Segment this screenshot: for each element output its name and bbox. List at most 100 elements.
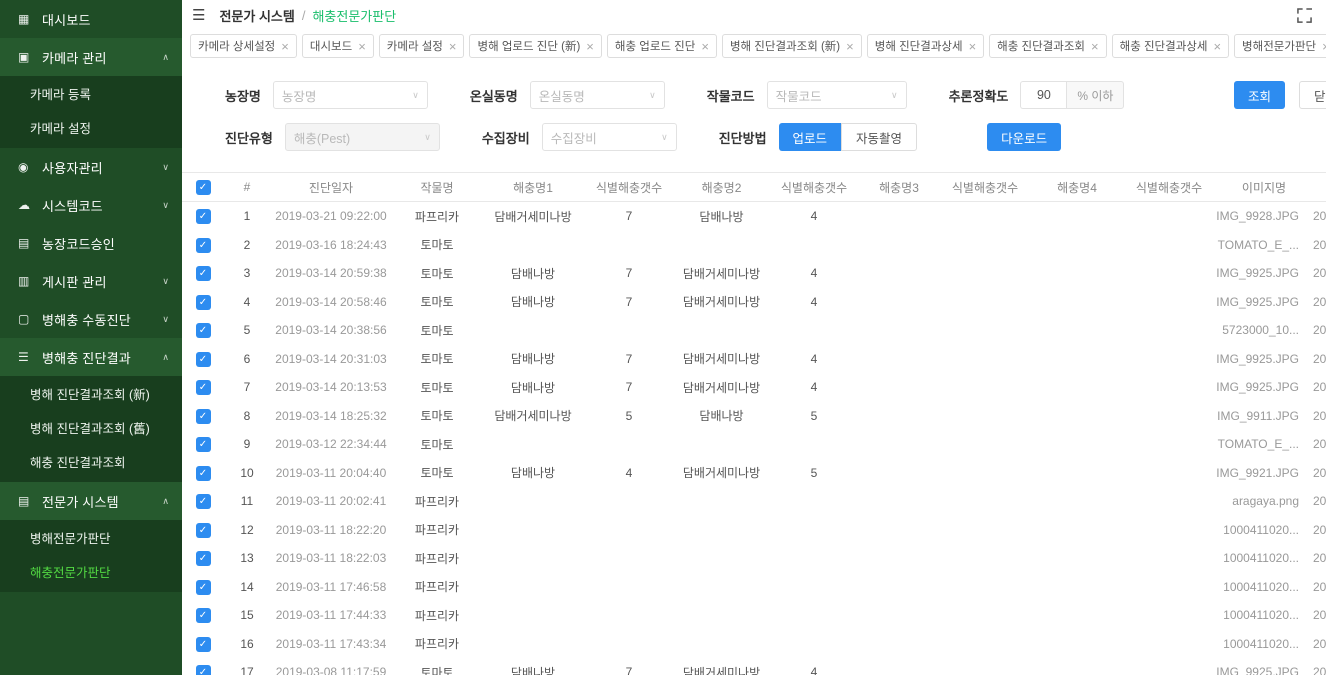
tab-label: 카메라 설정 [387, 38, 443, 54]
row-checkbox[interactable]: ✓ [196, 266, 211, 281]
table-row-17[interactable]: ✓172019-03-08 11:17:59토마토담배나방7담배거세미나방4IM… [182, 658, 1326, 675]
sidebar-subitem[interactable]: 병해 진단결과조회 (新) [0, 378, 182, 412]
tab-label: 병해전문가판단 [1242, 38, 1316, 54]
cell-r10-c0: 10 [224, 466, 270, 480]
sidebar-subitem[interactable]: 병해전문가판단 [0, 522, 182, 556]
table-row-4[interactable]: ✓42019-03-14 20:58:46토마토담배나방7담배거세미나방4IMG… [182, 288, 1326, 317]
row-checkbox[interactable]: ✓ [196, 608, 211, 623]
table-row-1[interactable]: ✓12019-03-21 09:22:00파프리카담배거세미나방7담배나방4IM… [182, 202, 1326, 231]
row-checkbox[interactable]: ✓ [196, 380, 211, 395]
table-row-11[interactable]: ✓112019-03-11 20:02:41파프리카aragaya.png201… [182, 487, 1326, 516]
greenhouse-select[interactable]: 온실동명 ∨ [530, 81, 665, 109]
sidebar-subitem[interactable]: 카메라 등록 [0, 78, 182, 112]
tab-7[interactable]: 해충 진단결과조회× [989, 34, 1106, 58]
sidebar-subitem[interactable]: 해충전문가판단 [0, 556, 182, 590]
tab-label: 병해 진단결과조회 (新) [730, 38, 840, 54]
row-checkbox[interactable]: ✓ [196, 295, 211, 310]
row-checkbox[interactable]: ✓ [196, 551, 211, 566]
table-row-13[interactable]: ✓132019-03-11 18:22:03파프리카1000411020...2… [182, 544, 1326, 573]
cell-r2-c2: 토마토 [392, 236, 482, 253]
sidebar-item-8[interactable]: ▤전문가 시스템∧ [0, 482, 182, 520]
tab-close-icon[interactable]: × [969, 39, 977, 54]
table-row-9[interactable]: ✓92019-03-12 22:34:44토마토TOMATO_E_...2019 [182, 430, 1326, 459]
fullscreen-icon[interactable] [1297, 8, 1312, 23]
download-button[interactable]: 다운로드 [987, 123, 1061, 151]
tab-4[interactable]: 해충 업로드 진단× [607, 34, 717, 58]
tab-close-icon[interactable]: × [586, 39, 594, 54]
cell-r13-c11: 1000411020... [1215, 551, 1313, 565]
row-checkbox[interactable]: ✓ [196, 352, 211, 367]
tab-1[interactable]: 대시보드× [302, 34, 374, 58]
tab-close-icon[interactable]: × [1091, 39, 1099, 54]
hamburger-menu-icon[interactable]: ☰ [192, 6, 205, 24]
row-checkbox[interactable]: ✓ [196, 238, 211, 253]
tab-close-icon[interactable]: × [1322, 39, 1326, 54]
tab-2[interactable]: 카메라 설정 × [379, 34, 465, 58]
table-row-5[interactable]: ✓52019-03-14 20:38:56토마토5723000_10...201… [182, 316, 1326, 345]
table-row-8[interactable]: ✓82019-03-14 18:25:32토마토담배거세미나방5담배나방5IMG… [182, 402, 1326, 431]
dashboard-icon: ▦ [18, 12, 42, 26]
method-upload-button[interactable]: 업로드 [779, 123, 842, 151]
sidebar-subitem[interactable]: 카메라 설정 [0, 112, 182, 146]
row-checkbox[interactable]: ✓ [196, 665, 211, 675]
table-row-16[interactable]: ✓162019-03-11 17:43:34파프리카1000411020...2… [182, 630, 1326, 659]
cell-r16-c11: 1000411020... [1215, 637, 1313, 651]
row-checkbox-cell: ✓ [182, 579, 224, 595]
row-checkbox[interactable]: ✓ [196, 580, 211, 595]
tab-close-icon[interactable]: × [1213, 39, 1221, 54]
tab-6[interactable]: 병해 진단결과상세× [867, 34, 984, 58]
sidebar-item-4[interactable]: ▤농장코드승인 [0, 224, 182, 262]
tab-5[interactable]: 병해 진단결과조회 (新) × [722, 34, 862, 58]
sidebar-item-0[interactable]: ▦대시보드 [0, 0, 182, 38]
tab-3[interactable]: 병해 업로드 진단 (新)× [469, 34, 601, 58]
row-checkbox[interactable]: ✓ [196, 323, 211, 338]
sidebar-item-6[interactable]: ▢병해충 수동진단∨ [0, 300, 182, 338]
table-row-6[interactable]: ✓62019-03-14 20:31:03토마토담배나방7담배거세미나방4IMG… [182, 345, 1326, 374]
diagnosis-type-select[interactable]: 해충(Pest) ∨ [285, 123, 440, 151]
sidebar-item-3[interactable]: ☁시스템코드∨ [0, 186, 182, 224]
tab-close-icon[interactable]: × [281, 39, 289, 54]
crop-code-select[interactable]: 작물코드 ∨ [767, 81, 907, 109]
cell-r12-c12: 2019 [1313, 523, 1326, 537]
chevron-down-icon: ∨ [649, 90, 656, 101]
cell-r11-c12: 2019 [1313, 494, 1326, 508]
method-auto-button[interactable]: 자동촬영 [841, 123, 917, 151]
row-checkbox-cell: ✓ [182, 465, 224, 481]
sidebar-item-1[interactable]: ▣카메라 관리∧ [0, 38, 182, 76]
table-row-14[interactable]: ✓142019-03-11 17:46:58파프리카1000411020...2… [182, 573, 1326, 602]
tab-8[interactable]: 해충 진단결과상세× [1112, 34, 1229, 58]
search-button[interactable]: 조회 [1234, 81, 1285, 109]
tab-close-icon[interactable]: × [701, 39, 709, 54]
greenhouse-label: 온실동명 [470, 86, 518, 105]
row-checkbox[interactable]: ✓ [196, 437, 211, 452]
cell-r7-c2: 토마토 [392, 379, 482, 396]
sidebar-subitem[interactable]: 병해 진단결과조회 (舊) [0, 412, 182, 446]
select-all-checkbox[interactable]: ✓ [196, 180, 211, 195]
farm-name-select[interactable]: 농장명 ∨ [273, 81, 428, 109]
tab-9[interactable]: 병해전문가판단 × [1234, 34, 1326, 58]
row-checkbox[interactable]: ✓ [196, 523, 211, 538]
row-checkbox[interactable]: ✓ [196, 466, 211, 481]
tab-close-icon[interactable]: × [358, 39, 366, 54]
sidebar-subitem[interactable]: 해충 진단결과조회 [0, 446, 182, 480]
table-row-10[interactable]: ✓102019-03-11 20:04:40토마토담배나방4담배거세미나방5IM… [182, 459, 1326, 488]
row-checkbox[interactable]: ✓ [196, 209, 211, 224]
table-row-2[interactable]: ✓22019-03-16 18:24:43토마토TOMATO_E_...2019 [182, 231, 1326, 260]
close-button[interactable]: 닫기 [1299, 81, 1326, 109]
table-row-15[interactable]: ✓152019-03-11 17:44:33파프리카1000411020...2… [182, 601, 1326, 630]
tab-close-icon[interactable]: × [449, 39, 457, 54]
sidebar-item-7[interactable]: ☰병해충 진단결과∧ [0, 338, 182, 376]
row-checkbox[interactable]: ✓ [196, 409, 211, 424]
row-checkbox[interactable]: ✓ [196, 494, 211, 509]
tab-0[interactable]: 카메라 상세설정× [190, 34, 297, 58]
tab-close-icon[interactable]: × [846, 39, 854, 54]
table-row-3[interactable]: ✓32019-03-14 20:59:38토마토담배나방7담배거세미나방4IMG… [182, 259, 1326, 288]
equipment-select[interactable]: 수집장비 ∨ [542, 123, 677, 151]
sidebar-item-5[interactable]: ▥게시판 관리∨ [0, 262, 182, 300]
table-row-12[interactable]: ✓122019-03-11 18:22:20파프리카1000411020...2… [182, 516, 1326, 545]
row-checkbox[interactable]: ✓ [196, 637, 211, 652]
row-checkbox-cell: ✓ [182, 607, 224, 623]
table-row-7[interactable]: ✓72019-03-14 20:13:53토마토담배나방7담배거세미나방4IMG… [182, 373, 1326, 402]
accuracy-input[interactable] [1020, 81, 1066, 109]
sidebar-item-2[interactable]: ◉사용자관리∨ [0, 148, 182, 186]
